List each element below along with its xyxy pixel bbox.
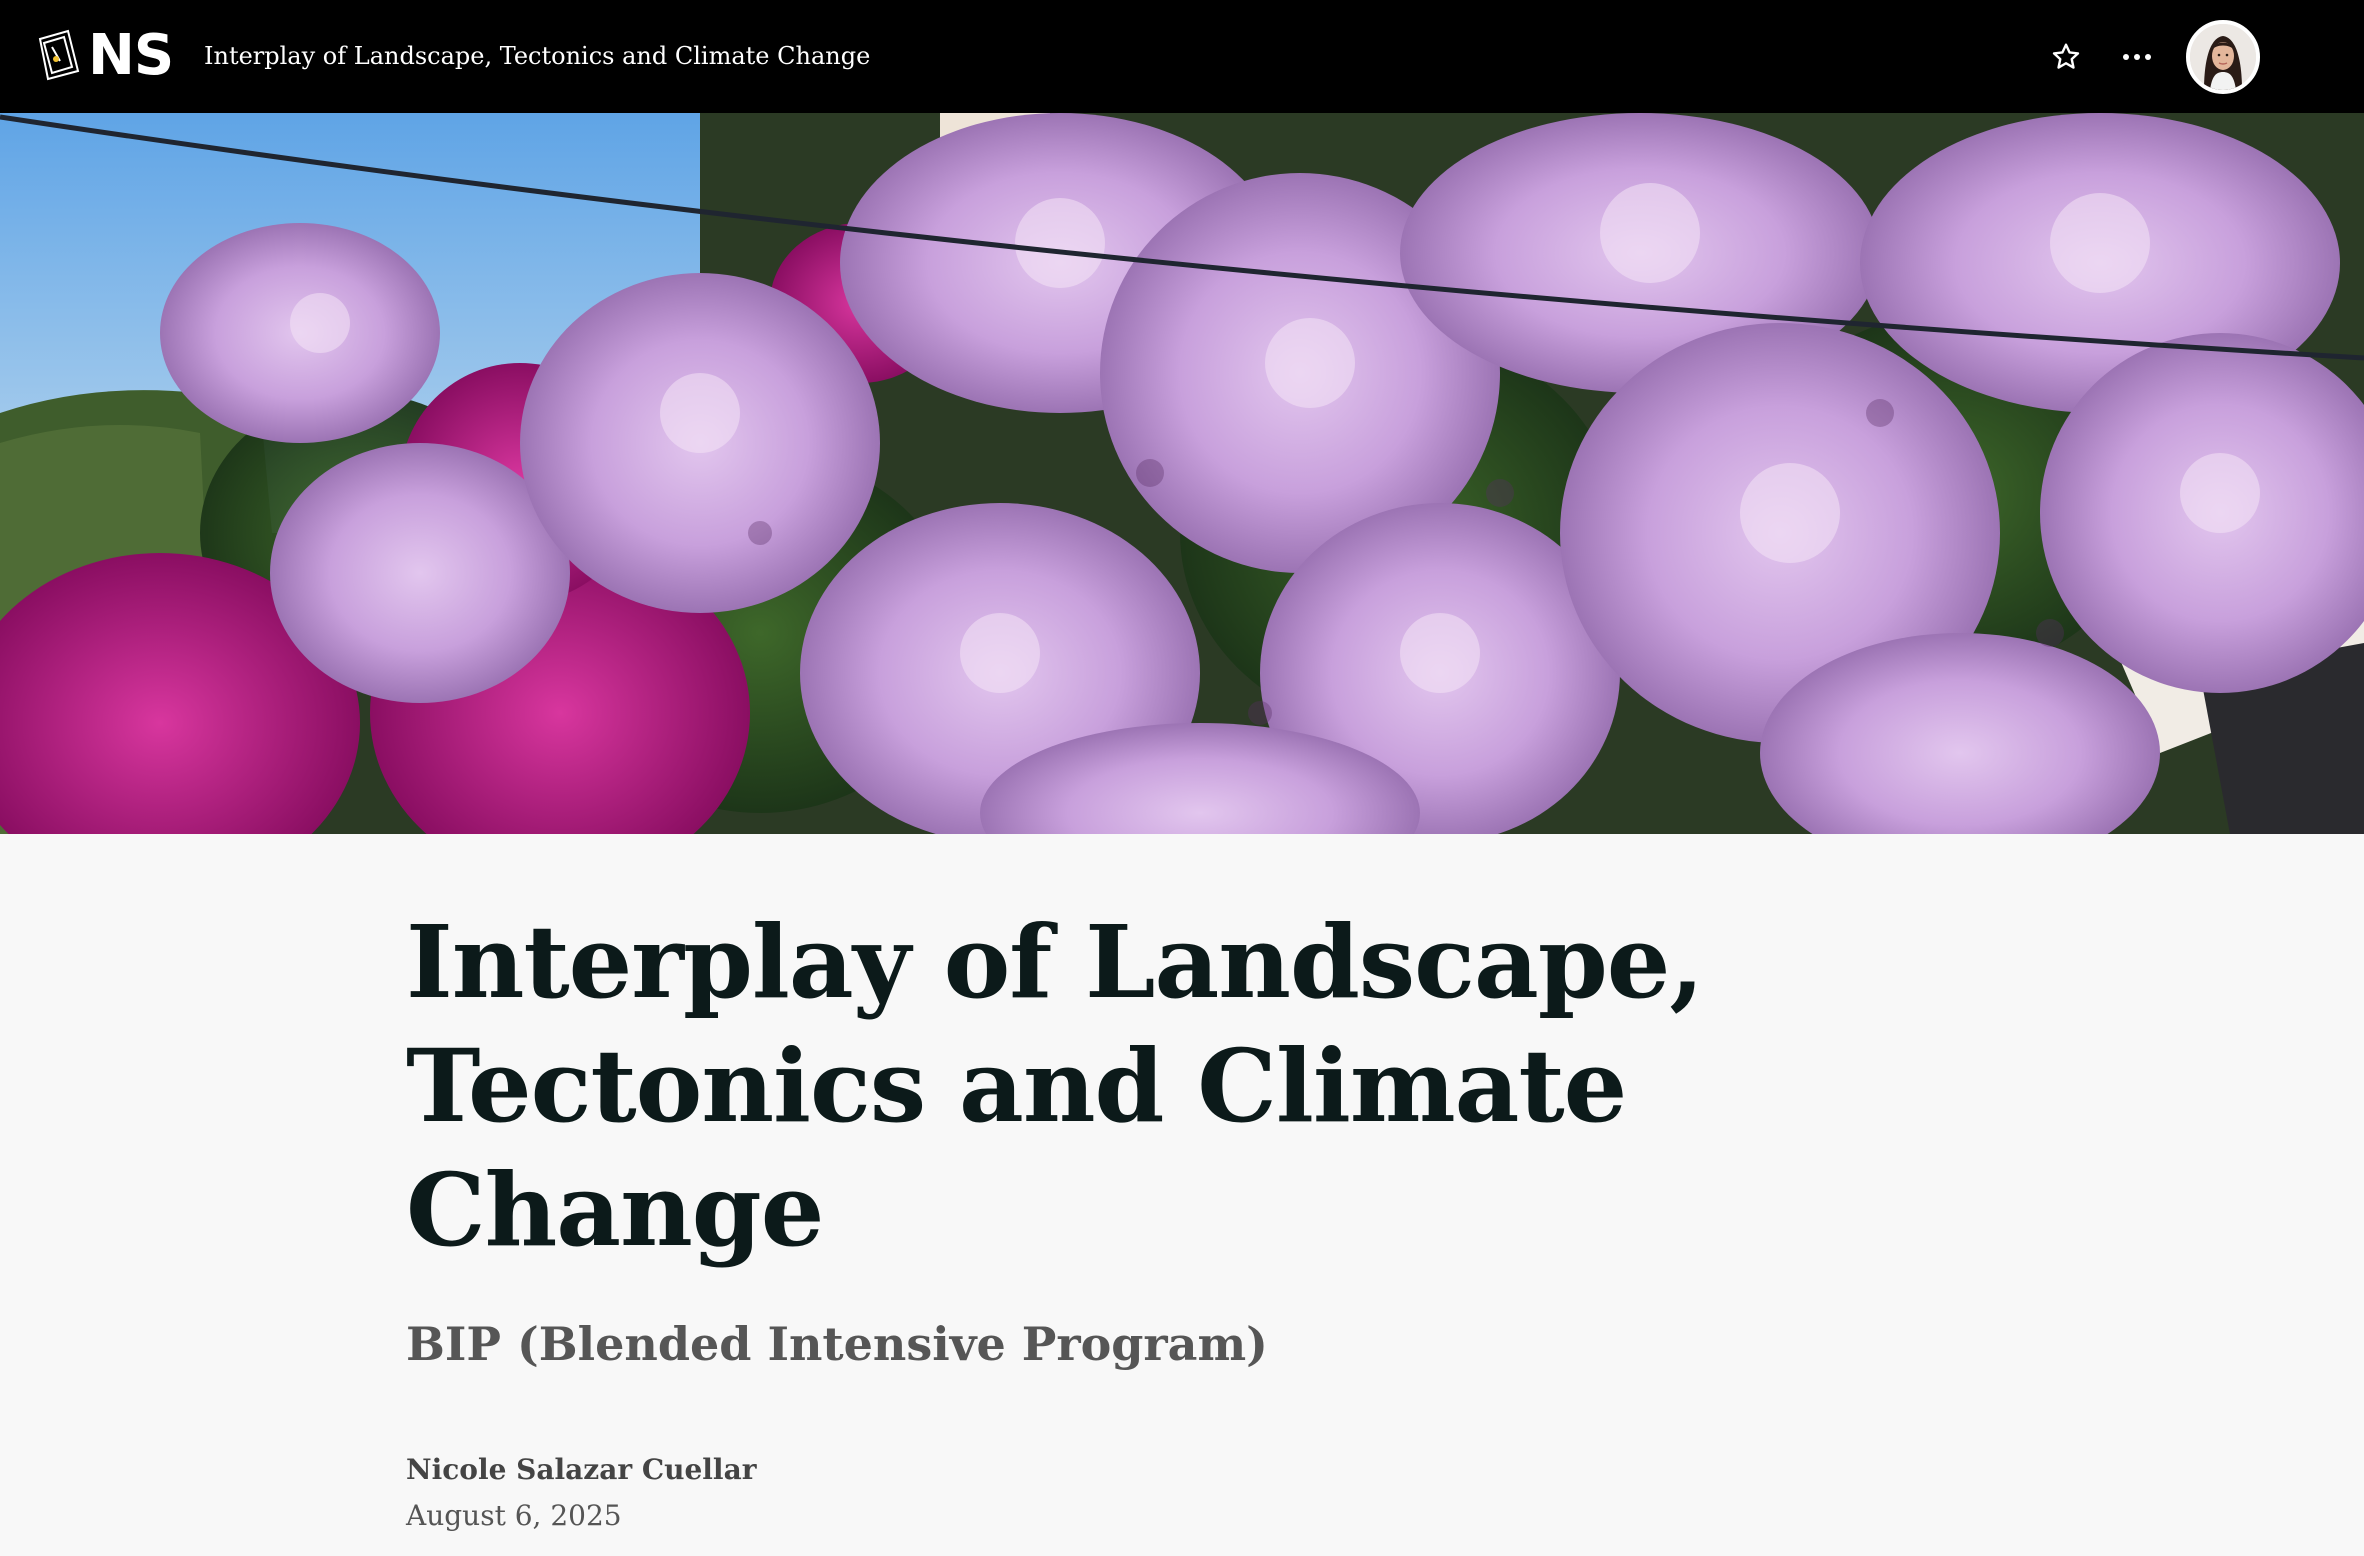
site-logo[interactable]: NS — [34, 23, 174, 88]
avatar-portrait-icon — [2190, 24, 2256, 90]
article-subtitle: BIP (Blended Intensive Program) — [406, 1317, 1268, 1371]
hero-image — [0, 113, 2364, 834]
author-name[interactable]: Nicole Salazar Cuellar — [406, 1450, 1966, 1490]
more-options-button[interactable] — [2116, 37, 2158, 77]
logo-mark-icon — [38, 29, 80, 81]
logo-text: NS — [88, 23, 174, 88]
article-header: Interplay of Landscape, Tectonics and Cl… — [406, 900, 1966, 1536]
user-avatar[interactable] — [2186, 20, 2260, 94]
topbar-page-title: Interplay of Landscape, Tectonics and Cl… — [204, 42, 871, 70]
more-horizontal-icon — [2123, 54, 2151, 60]
top-bar: NS Interplay of Landscape, Tectonics and… — [0, 0, 2364, 113]
star-icon — [2052, 43, 2080, 69]
hero-flowers-illustration — [0, 113, 2364, 834]
favorite-button[interactable] — [2046, 37, 2086, 77]
article-title: Interplay of Landscape, Tectonics and Cl… — [406, 903, 1704, 1269]
publish-date: August 6, 2025 — [406, 1499, 622, 1532]
